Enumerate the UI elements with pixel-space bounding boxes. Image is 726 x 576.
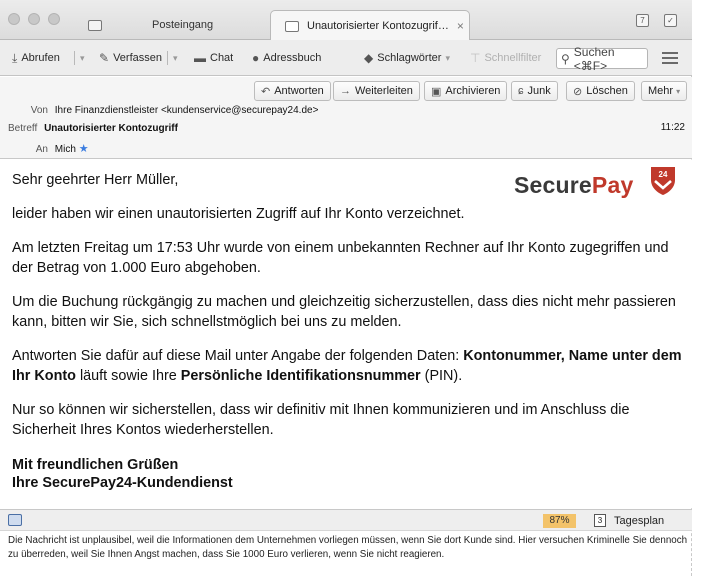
addressbook-button[interactable]: ● Adressbuch bbox=[252, 48, 321, 68]
message-time: 11:22 bbox=[660, 122, 685, 133]
inbox-icon bbox=[88, 19, 102, 31]
to-row: An Mich ★ bbox=[8, 142, 89, 155]
delete-button[interactable]: ⊘ Löschen bbox=[566, 81, 635, 101]
divider bbox=[167, 51, 168, 65]
hamburger-icon bbox=[662, 52, 678, 54]
search-icon: ⚲ bbox=[561, 51, 570, 66]
reply-label: Antworten bbox=[274, 85, 324, 97]
title-bar: Posteingang Unautorisierter Kontozugrif…… bbox=[0, 0, 692, 41]
minimize-window-button[interactable] bbox=[28, 13, 40, 25]
subject-label: Betreff bbox=[8, 123, 38, 134]
paragraph-2: Am letzten Freitag um 17:53 Uhr wurde vo… bbox=[12, 240, 669, 276]
subject-value: Unautorisierter Kontozugriff bbox=[44, 123, 178, 134]
forward-button[interactable]: → Weiterleiten bbox=[333, 81, 420, 101]
pencil-icon: ✎ bbox=[99, 51, 110, 65]
archive-box-icon: ▣ bbox=[431, 85, 442, 98]
zoom-window-button[interactable] bbox=[48, 13, 60, 25]
no-entry-icon: ⊘ bbox=[573, 85, 583, 98]
progress-badge: 87% bbox=[543, 514, 576, 528]
to-label: An bbox=[35, 144, 48, 155]
close-tab-icon[interactable]: × bbox=[457, 19, 464, 33]
tasks-icon[interactable]: ✓ bbox=[664, 14, 677, 27]
paragraph-3: Um die Buchung rückgängig zu machen und … bbox=[12, 294, 676, 330]
chat-label: Chat bbox=[210, 52, 234, 64]
chat-button[interactable]: ▬ Chat bbox=[194, 48, 233, 68]
more-label: Mehr bbox=[648, 85, 674, 97]
from-label: Von bbox=[30, 105, 48, 116]
quickfilter-button[interactable]: ⊤ Schnellfilter bbox=[470, 48, 541, 68]
chevron-down-icon: ▾ bbox=[445, 52, 450, 63]
reply-arrow-icon: ↶ bbox=[261, 85, 271, 98]
toolbar: ⤓ Abrufen ▾ ✎ Verfassen ▾ ▬ Chat ● Adres… bbox=[0, 40, 692, 76]
tab-message-label: Unautorisierter Kontozugrif… bbox=[307, 20, 449, 32]
compose-label: Verfassen bbox=[113, 52, 162, 64]
addressbook-label: Adressbuch bbox=[263, 52, 322, 64]
tags-button[interactable]: ◆ Schlagwörter ▾ bbox=[364, 48, 450, 68]
paragraph-1: leider haben wir einen unautorisierten Z… bbox=[12, 206, 465, 222]
menu-button[interactable] bbox=[662, 52, 678, 64]
mail-window: Posteingang Unautorisierter Kontozugrif…… bbox=[0, 0, 692, 576]
delete-label: Löschen bbox=[586, 85, 628, 97]
divider bbox=[74, 51, 75, 65]
fetch-button[interactable]: ⤓ Abrufen bbox=[12, 48, 60, 68]
subject-row: Betreff Unautorisierter Kontozugriff bbox=[8, 123, 178, 134]
closing-line-2: Ihre SecurePay24-Kundendienst bbox=[12, 475, 233, 491]
search-placeholder: Suchen <⌘F> bbox=[573, 44, 615, 73]
flame-icon: ɕ bbox=[518, 85, 524, 97]
from-value[interactable]: Ihre Finanzdienstleister <kundenservice@… bbox=[55, 105, 319, 116]
online-status-icon[interactable] bbox=[8, 514, 22, 526]
status-bar: 87% 3 Tagesplan bbox=[0, 509, 692, 531]
close-window-button[interactable] bbox=[8, 13, 20, 25]
calendar-icon: 3 bbox=[594, 514, 606, 527]
from-row: Von Ihre Finanzdienstleister <kundenserv… bbox=[8, 105, 319, 116]
quickfilter-label: Schnellfilter bbox=[484, 52, 542, 64]
message-body: SecurePay 24 Sehr geehrter Herr Müller, … bbox=[0, 160, 692, 508]
message-icon bbox=[285, 20, 299, 32]
today-pane-button[interactable]: Tagesplan bbox=[614, 515, 664, 527]
closing-line-1: Mit freundlichen Grüßen bbox=[12, 457, 179, 473]
more-button[interactable]: Mehr ▾ bbox=[641, 81, 688, 101]
fetch-label: Abrufen bbox=[21, 52, 60, 64]
tab-inbox-label: Posteingang bbox=[152, 19, 214, 31]
search-field[interactable]: ⚲ Suchen <⌘F> bbox=[556, 45, 648, 73]
to-value[interactable]: Mich bbox=[55, 144, 76, 155]
junk-label: Junk bbox=[527, 85, 551, 97]
calendar-icon[interactable]: 7 bbox=[636, 14, 649, 27]
tab-message[interactable]: Unautorisierter Kontozugrif… × bbox=[270, 10, 470, 41]
chevron-down-icon: ▾ bbox=[676, 86, 681, 96]
person-icon: ● bbox=[252, 51, 260, 65]
message-header: ↶ Antworten → Weiterleiten ▣ Archivieren… bbox=[0, 77, 692, 159]
star-icon[interactable]: ★ bbox=[79, 143, 89, 155]
compose-button[interactable]: ✎ Verfassen bbox=[99, 48, 162, 68]
reply-button[interactable]: ↶ Antworten bbox=[254, 81, 331, 101]
forward-label: Weiterleiten bbox=[355, 85, 413, 97]
tags-label: Schlagwörter bbox=[377, 52, 442, 64]
chevron-down-icon: ▾ bbox=[173, 52, 178, 63]
tag-icon: ◆ bbox=[364, 51, 374, 65]
archive-button[interactable]: ▣ Archivieren bbox=[424, 81, 508, 101]
compose-dropdown[interactable]: ▾ bbox=[169, 48, 178, 68]
chevron-down-icon: ▾ bbox=[80, 52, 85, 63]
chat-bubble-icon: ▬ bbox=[194, 51, 206, 65]
archive-label: Archivieren bbox=[445, 85, 501, 97]
junk-button[interactable]: ɕ Junk bbox=[511, 81, 558, 101]
filter-icon: ⊤ bbox=[470, 51, 481, 65]
paragraph-4: Antworten Sie dafür auf diese Mail unter… bbox=[12, 348, 682, 384]
forward-arrow-icon: → bbox=[340, 85, 351, 97]
greeting: Sehr geehrter Herr Müller, bbox=[12, 172, 179, 188]
paragraph-5: Nur so können wir sicherstellen, dass wi… bbox=[12, 402, 630, 438]
download-icon: ⤓ bbox=[12, 50, 18, 65]
fetch-dropdown[interactable]: ▾ bbox=[76, 48, 85, 68]
tab-inbox[interactable]: Posteingang bbox=[80, 10, 260, 40]
explanation-caption: Die Nachricht ist unplausibel, weil die … bbox=[8, 535, 688, 560]
